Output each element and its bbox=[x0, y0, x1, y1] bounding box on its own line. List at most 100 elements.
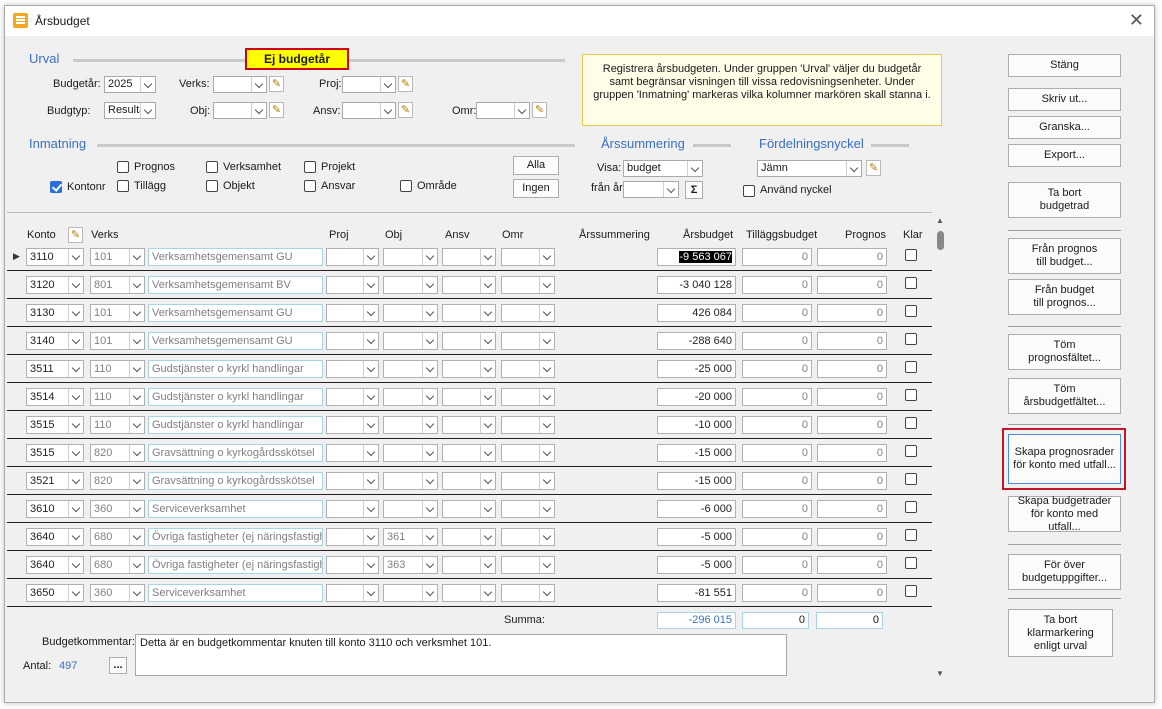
obj-cell[interactable] bbox=[383, 584, 438, 602]
prognos-cell[interactable]: 0 bbox=[817, 500, 887, 518]
klar-checkbox[interactable] bbox=[905, 361, 917, 373]
konto-cell[interactable]: 3515 bbox=[26, 416, 84, 434]
grid-scrollbar[interactable]: ▲ ▼ bbox=[933, 212, 949, 682]
projekt-checkbox[interactable] bbox=[304, 161, 316, 173]
obj-cell[interactable] bbox=[383, 332, 438, 350]
ansv-cell[interactable] bbox=[442, 304, 496, 322]
arsbudget-cell[interactable]: -10 000 bbox=[657, 416, 736, 434]
skapa-prognosrader-button[interactable]: Skapa prognosrader för konto med utfall.… bbox=[1008, 434, 1121, 484]
proj-cell[interactable] bbox=[326, 500, 379, 518]
proj-cell[interactable] bbox=[326, 416, 379, 434]
omr-cell[interactable] bbox=[501, 304, 555, 322]
ansv-cell[interactable] bbox=[442, 500, 496, 518]
ansvar-checkbox[interactable] bbox=[304, 180, 316, 192]
table-row[interactable]: 3640 680 Övriga fastigheter (ej näringsfas… bbox=[7, 551, 932, 579]
table-row[interactable]: 3515 820 Gravsättning o kyrkogårdsskötsel -… bbox=[7, 439, 932, 467]
klar-checkbox[interactable] bbox=[905, 585, 917, 597]
proj-edit-pencil-icon[interactable]: ✎ bbox=[398, 76, 413, 92]
col-header-obj[interactable]: Obj bbox=[385, 229, 402, 241]
verks-cell[interactable]: 101 bbox=[90, 332, 145, 350]
prognos-cell[interactable]: 0 bbox=[817, 360, 887, 378]
arsbudget-cell[interactable]: 426 084 bbox=[657, 304, 736, 322]
omr-cell[interactable] bbox=[501, 584, 555, 602]
anvand-nyckel-checkbox[interactable] bbox=[743, 185, 755, 197]
obj-edit-pencil-icon[interactable]: ✎ bbox=[269, 102, 284, 118]
ansv-cell[interactable] bbox=[442, 332, 496, 350]
prognos-cell[interactable]: 0 bbox=[817, 304, 887, 322]
tillaggsbudget-cell[interactable]: 0 bbox=[742, 388, 812, 406]
tillaggsbudget-cell[interactable]: 0 bbox=[742, 332, 812, 350]
klar-checkbox[interactable] bbox=[905, 389, 917, 401]
ansv-cell[interactable] bbox=[442, 528, 496, 546]
prognos-cell[interactable]: 0 bbox=[817, 472, 887, 490]
proj-select[interactable] bbox=[342, 76, 396, 93]
ansv-cell[interactable] bbox=[442, 444, 496, 462]
ta-bort-klarmarkering-button[interactable]: Ta bort klarmarkering enligt urval bbox=[1008, 609, 1113, 657]
for-over-budgetuppgifter-button[interactable]: För över budgetuppgifter... bbox=[1008, 554, 1121, 590]
sigma-sum-button[interactable]: Σ bbox=[685, 181, 703, 199]
col-header-klar[interactable]: Klar bbox=[903, 229, 923, 241]
tillaggsbudget-cell[interactable]: 0 bbox=[742, 556, 812, 574]
ansv-cell[interactable] bbox=[442, 388, 496, 406]
prognos-cell[interactable]: 0 bbox=[817, 388, 887, 406]
konto-cell[interactable]: 3650 bbox=[26, 584, 84, 602]
table-row[interactable]: 3511 110 Gudstjänster o kyrkl handlingar -2… bbox=[7, 355, 932, 383]
arsbudget-cell[interactable]: -25 000 bbox=[657, 360, 736, 378]
skapa-budgetrader-button[interactable]: Skapa budgetrader för konto med utfall..… bbox=[1008, 495, 1121, 533]
verks-cell[interactable]: 101 bbox=[90, 248, 145, 266]
verks-cell[interactable]: 110 bbox=[90, 388, 145, 406]
tillaggsbudget-cell[interactable]: 0 bbox=[742, 304, 812, 322]
proj-cell[interactable] bbox=[326, 584, 379, 602]
budgetar-select[interactable]: 2025 bbox=[104, 76, 156, 93]
obj-select[interactable] bbox=[213, 102, 267, 119]
col-header-arsbudget[interactable]: Årsbudget bbox=[683, 229, 733, 241]
prognos-cell[interactable]: 0 bbox=[817, 556, 887, 574]
verks-cell[interactable]: 101 bbox=[90, 304, 145, 322]
klar-checkbox[interactable] bbox=[905, 445, 917, 457]
verks-cell[interactable]: 360 bbox=[90, 584, 145, 602]
klar-checkbox[interactable] bbox=[905, 529, 917, 541]
omr-cell[interactable] bbox=[501, 500, 555, 518]
verks-cell[interactable]: 110 bbox=[90, 416, 145, 434]
omr-cell[interactable] bbox=[501, 528, 555, 546]
scroll-thumb[interactable] bbox=[937, 231, 944, 250]
arsbudget-cell[interactable]: -3 040 128 bbox=[657, 276, 736, 294]
obj-cell[interactable] bbox=[383, 500, 438, 518]
col-header-ansv[interactable]: Ansv bbox=[445, 229, 469, 241]
verks-cell[interactable]: 680 bbox=[90, 556, 145, 574]
proj-cell[interactable] bbox=[326, 248, 379, 266]
skriv-ut-button[interactable]: Skriv ut... bbox=[1008, 88, 1121, 111]
proj-cell[interactable] bbox=[326, 388, 379, 406]
tillaggsbudget-cell[interactable]: 0 bbox=[742, 276, 812, 294]
omr-cell[interactable] bbox=[501, 332, 555, 350]
proj-cell[interactable] bbox=[326, 276, 379, 294]
omr-cell[interactable] bbox=[501, 388, 555, 406]
table-row[interactable]: ▶ 3110 101 Verksamhetsgemensamt GU -9 563 06… bbox=[7, 243, 932, 271]
konto-cell[interactable]: 3140 bbox=[26, 332, 84, 350]
table-row[interactable]: 3130 101 Verksamhetsgemensamt GU 426 084 0 0 bbox=[7, 299, 932, 327]
table-row[interactable]: 3640 680 Övriga fastigheter (ej näringsfas… bbox=[7, 523, 932, 551]
obj-cell[interactable] bbox=[383, 248, 438, 266]
col-header-omr[interactable]: Omr bbox=[502, 229, 523, 241]
konto-cell[interactable]: 3514 bbox=[26, 388, 84, 406]
konto-cell[interactable]: 3110 bbox=[26, 248, 84, 266]
ansv-cell[interactable] bbox=[442, 584, 496, 602]
visa-select[interactable]: budget bbox=[623, 160, 703, 177]
tillaggsbudget-cell[interactable]: 0 bbox=[742, 528, 812, 546]
arsbudget-cell[interactable]: -20 000 bbox=[657, 388, 736, 406]
fran-ar-select[interactable] bbox=[623, 181, 679, 198]
prognos-cell[interactable]: 0 bbox=[817, 276, 887, 294]
alla-button[interactable]: Alla bbox=[513, 156, 559, 175]
arsbudget-cell[interactable]: -81 551 bbox=[657, 584, 736, 602]
konto-cell[interactable]: 3515 bbox=[26, 444, 84, 462]
omr-select[interactable] bbox=[476, 102, 530, 119]
table-row[interactable]: 3140 101 Verksamhetsgemensamt GU -288 640 0 0 bbox=[7, 327, 932, 355]
verks-cell[interactable]: 820 bbox=[90, 472, 145, 490]
obj-cell[interactable] bbox=[383, 444, 438, 462]
ansv-select[interactable] bbox=[342, 102, 396, 119]
arsbudget-cell[interactable]: -15 000 bbox=[657, 472, 736, 490]
verks-cell[interactable]: 110 bbox=[90, 360, 145, 378]
scroll-up-icon[interactable]: ▲ bbox=[936, 216, 944, 225]
table-row[interactable]: 3515 110 Gudstjänster o kyrkl handlingar -1… bbox=[7, 411, 932, 439]
obj-cell[interactable] bbox=[383, 472, 438, 490]
